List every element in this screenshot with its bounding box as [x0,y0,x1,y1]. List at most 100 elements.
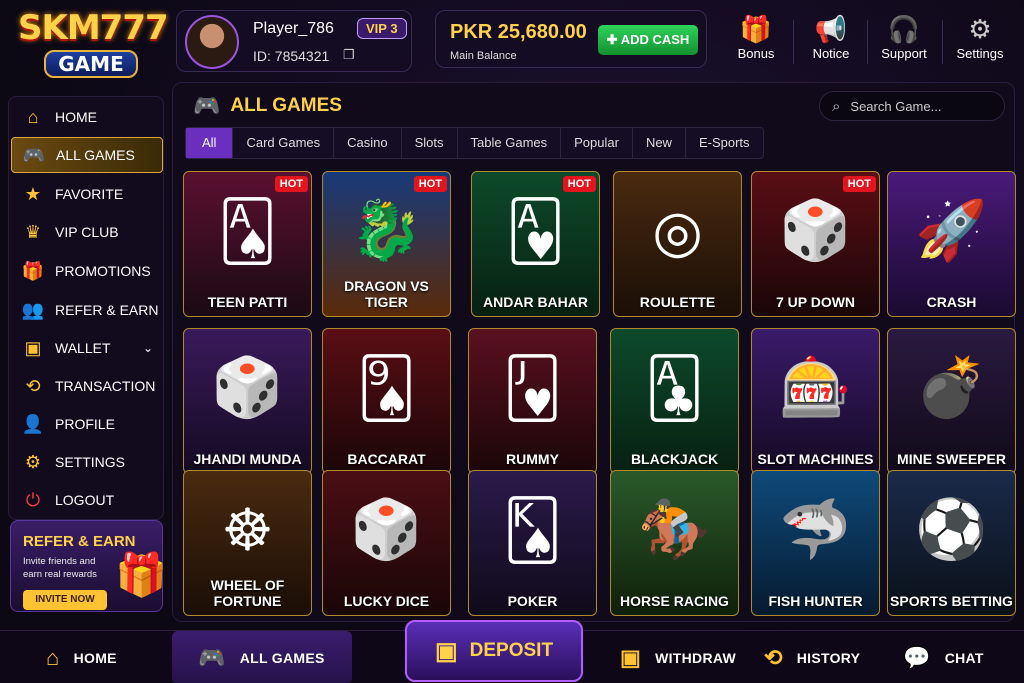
search-input[interactable]: ⌕ Search Game... [819,91,1005,121]
game-name: BACCARAT [347,451,426,467]
users-icon: 👥 [21,299,45,320]
sidebar-item-promotions[interactable]: 🎁 PROMOTIONS [11,253,163,289]
game-card-blackjack[interactable]: 🃑 BLACKJACK [610,328,739,474]
tab-new[interactable]: New [633,128,686,158]
add-cash-button[interactable]: ✚ ADD CASH [598,25,698,55]
game-card-mine-sweeper[interactable]: 💣 MINE SWEEPER [887,328,1016,474]
home-icon: ⌂ [46,644,60,670]
game-card-andar-bahar[interactable]: 🂱 HOT ANDAR BAHAR [471,171,600,317]
bomb-icon: 💣 [915,355,988,420]
settings-button[interactable]: ⚙ Settings [946,12,1014,61]
sidebar-item-home[interactable]: ⌂ HOME [11,99,163,135]
deposit-button[interactable]: ▣ DEPOSIT [405,620,583,682]
tab-popular[interactable]: Popular [561,128,633,158]
tab-e-sports[interactable]: E-Sports [686,128,763,158]
tab-table-games[interactable]: Table Games [458,128,562,158]
player-name: Player_786 [253,20,334,37]
sidebar-item-profile[interactable]: 👤 PROFILE [11,406,163,442]
tab-casino[interactable]: Casino [334,128,402,158]
game-card-teen-patti[interactable]: 🂡 HOT TEEN PATTI [183,171,312,317]
invite-now-button[interactable]: INVITE NOW [23,590,107,610]
notice-label: Notice [812,46,850,61]
bonus-button[interactable]: 🎁 Bonus [722,12,790,61]
bottom-nav-label: WITHDRAW [655,649,737,666]
sidebar-item-label: TRANSACTION [55,378,156,394]
balance-amount: PKR 25,680.00 [450,21,587,43]
game-card-fish-hunter[interactable]: 🦈 FISH HUNTER [751,470,880,616]
category-tabs: All Card Games Casino Slots Table Games … [185,127,764,159]
game-card-baccarat[interactable]: 🂩 BACCARAT [322,328,451,474]
chevron-down-icon[interactable]: ⌄ [143,341,153,355]
game-name: RUMMY [506,451,559,467]
game-card-sports-betting[interactable]: ⚽ SPORTS BETTING [887,470,1016,616]
game-card-wheel-of-fortune[interactable]: ☸ WHEEL OF FORTUNE [183,470,312,616]
crown-icon: ♛ [24,221,42,242]
game-card-slot-machines[interactable]: 🎰 SLOT MACHINES [751,328,880,474]
tab-all[interactable]: All [186,128,234,158]
rocket-icon: 🚀 [915,198,988,263]
bottom-nav-label: ALL GAMES [239,649,325,666]
wheel-icon: ☸ [221,498,274,563]
hot-badge: HOT [562,176,596,192]
playing-cards-icon: 🂻 [502,356,563,421]
game-card-7-up-down[interactable]: 🎲 HOT 7 UP DOWN [751,171,880,317]
support-button[interactable]: 🎧 Support [870,12,938,61]
sidebar-item-label: HOME [55,109,97,125]
sidebar-item-wallet[interactable]: ▣ WALLET ⌄ [11,330,163,366]
brand-logo[interactable]: SKM777 GAME [18,8,169,92]
sidebar-item-favorite[interactable]: ★ FAVORITE [11,176,163,212]
tab-slots[interactable]: Slots [402,128,458,158]
bottom-nav-history[interactable]: ⟲ HISTORY [764,631,860,683]
game-name: TEEN PATTI [207,294,288,310]
sidebar-item-label: PROFILE [55,416,115,432]
game-card-crash[interactable]: 🚀 CRASH [887,171,1016,317]
gamepad-icon: 🎮 [193,93,221,118]
game-card-roulette[interactable]: ◎ ROULETTE [613,171,742,317]
sidebar-item-label: ALL GAMES [56,147,135,163]
game-name: FISH HUNTER [768,593,863,609]
game-card-jhandi-munda[interactable]: 🎲 JHANDI MUNDA [183,328,312,474]
game-name: POKER [507,593,558,609]
bonus-label: Bonus [737,46,775,61]
slot-machine-icon: 🎰 [779,355,852,420]
gamepad-icon: 🎮 [198,644,226,670]
bottom-nav-chat[interactable]: 💬 CHAT [903,631,984,683]
sidebar-item-settings[interactable]: ⚙ SETTINGS [11,444,163,480]
sidebar-item-label: WALLET [55,340,111,356]
avatar[interactable] [185,15,239,69]
promo-title: REFER & EARN [23,533,136,550]
page-title-text: ALL GAMES [230,95,342,116]
bottom-nav-label: HOME [73,649,117,666]
hot-badge: HOT [842,176,876,192]
bottom-nav-all-games[interactable]: 🎮 ALL GAMES [172,631,352,683]
sidebar-item-refer-earn[interactable]: 👥 REFER & EARN [11,292,163,328]
sidebar-item-label: LOGOUT [55,492,115,508]
game-card-horse-racing[interactable]: 🏇 HORSE RACING [610,470,739,616]
wallet-icon: ▣ [24,337,42,358]
copy-icon[interactable]: ❐ [343,47,355,63]
game-name: ROULETTE [639,294,716,310]
plus-icon: ✚ [606,32,621,47]
game-card-rummy[interactable]: 🂻 RUMMY [468,328,597,474]
search-placeholder: Search Game... [850,98,942,114]
notice-button[interactable]: 📢 Notice [797,12,865,61]
game-card-dragon-vs-tiger[interactable]: 🐉 HOT DRAGON VS TIGER [322,171,451,317]
playing-cards-icon: 🂮 [502,498,563,563]
balance-card: PKR 25,680.00 Main Balance ✚ ADD CASH [435,10,707,68]
bottom-nav-withdraw[interactable]: ▣ WITHDRAW [620,631,736,683]
sidebar-item-logout[interactable]: ⏻ LOGOUT [11,482,163,518]
player-card[interactable]: Player_786 VIP 3 ID: 7854321 ❐ [176,10,412,72]
bottom-nav-home[interactable]: ⌂ HOME [46,631,117,683]
refer-earn-promo: REFER & EARN Invite friends and earn rea… [10,520,167,612]
sidebar-item-label: REFER & EARN [55,302,159,318]
gift-icon: 🎁 [739,14,773,44]
sidebar-item-transaction[interactable]: ⟲ TRANSACTION [11,368,163,404]
game-name: WHEEL OF FORTUNE [210,577,285,609]
sidebar-item-vip-club[interactable]: ♛ VIP CLUB [11,214,163,250]
game-card-lucky-dice[interactable]: 🎲 LUCKY DICE [322,470,451,616]
star-icon: ★ [24,183,42,204]
game-card-poker[interactable]: 🂮 POKER [468,470,597,616]
sidebar-item-all-games[interactable]: 🎮 ALL GAMES [11,137,163,173]
headset-icon: 🎧 [887,14,921,44]
tab-card-games[interactable]: Card Games [233,128,335,158]
